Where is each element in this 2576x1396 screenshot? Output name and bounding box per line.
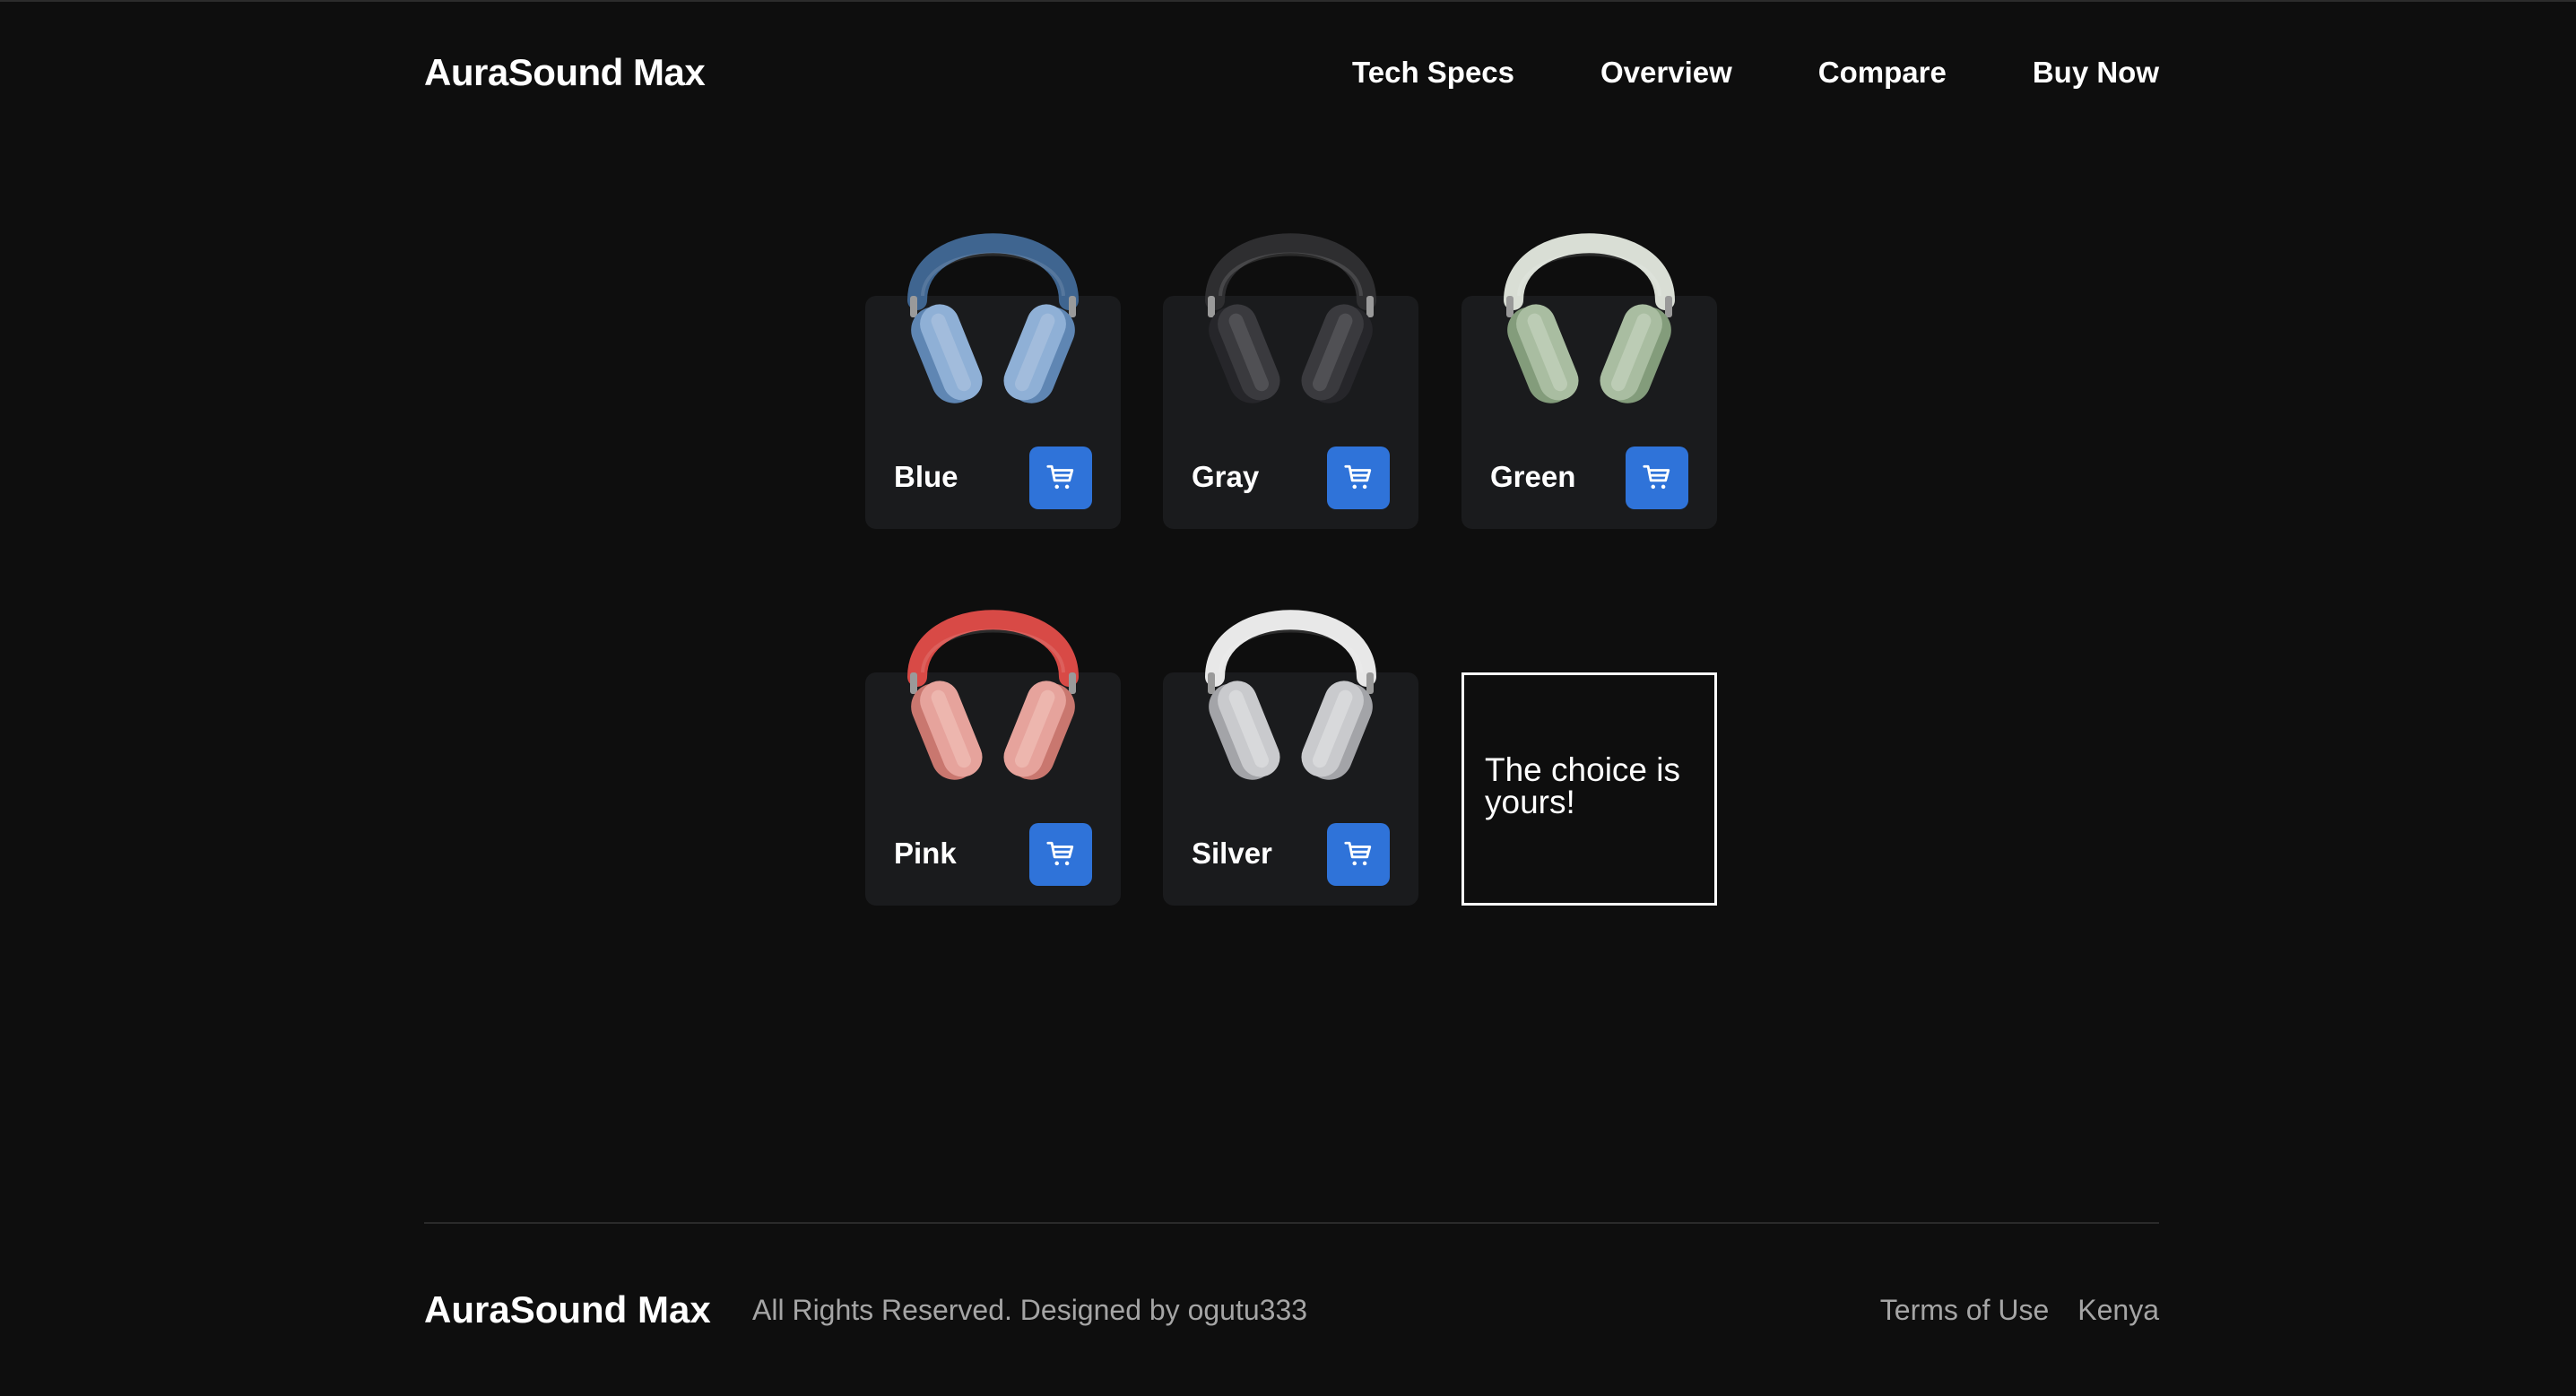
- footer-divider: [424, 1222, 2159, 1224]
- headphones-silver-icon[interactable]: [1199, 583, 1383, 789]
- footer-links: Terms of Use Kenya: [1880, 1282, 2159, 1338]
- top-border: [0, 0, 2576, 2]
- shopping-cart-icon: [1344, 464, 1372, 490]
- region-link[interactable]: Kenya: [2077, 1282, 2159, 1338]
- footer-copyright: All Rights Reserved. Designed by ogutu33…: [752, 1294, 1308, 1326]
- product-card-silver: Silver: [1163, 610, 1418, 906]
- choice-box: The choice is yours!: [1461, 672, 1717, 906]
- product-card-pink: Pink: [865, 610, 1121, 906]
- product-name: Blue: [894, 460, 958, 493]
- shopping-cart-icon: [1344, 841, 1372, 866]
- add-to-cart-button[interactable]: [1029, 823, 1092, 886]
- nav-tech-specs[interactable]: Tech Specs: [1352, 45, 1514, 100]
- headphones-pink-icon[interactable]: [901, 583, 1085, 789]
- add-to-cart-button[interactable]: [1626, 447, 1688, 509]
- terms-of-use-link[interactable]: Terms of Use: [1880, 1282, 2049, 1338]
- add-to-cart-button[interactable]: [1029, 447, 1092, 509]
- product-name: Silver: [1192, 837, 1272, 870]
- nav-compare[interactable]: Compare: [1818, 45, 1947, 100]
- main-nav: Tech Specs Overview Compare Buy Now: [1352, 45, 2159, 100]
- site-footer: AuraSound Max All Rights Reserved. Desig…: [424, 1282, 2159, 1338]
- site-header: AuraSound Max Tech Specs Overview Compar…: [424, 45, 2159, 100]
- add-to-cart-button[interactable]: [1327, 823, 1390, 886]
- headphones-gray-icon[interactable]: [1199, 206, 1383, 412]
- product-card-blue: Blue: [865, 233, 1121, 529]
- shopping-cart-icon: [1046, 841, 1074, 866]
- product-card-green: Green: [1461, 233, 1717, 529]
- product-name: Gray: [1192, 460, 1260, 493]
- shopping-cart-icon: [1643, 464, 1670, 490]
- product-name: Pink: [894, 837, 957, 870]
- headphones-blue-icon[interactable]: [901, 206, 1085, 412]
- footer-brand: AuraSound Max: [424, 1288, 711, 1331]
- brand-logo[interactable]: AuraSound Max: [424, 45, 706, 100]
- choice-text: The choice is yours!: [1485, 751, 1680, 820]
- nav-overview[interactable]: Overview: [1600, 45, 1732, 100]
- add-to-cart-button[interactable]: [1327, 447, 1390, 509]
- headphones-green-icon[interactable]: [1497, 206, 1681, 412]
- shopping-cart-icon: [1046, 464, 1074, 490]
- product-card-gray: Gray: [1163, 233, 1418, 529]
- product-grid: Blue Gray Green Pink Silver The choice i…: [865, 202, 1717, 906]
- product-name: Green: [1490, 460, 1576, 493]
- nav-buy-now[interactable]: Buy Now: [2033, 45, 2159, 100]
